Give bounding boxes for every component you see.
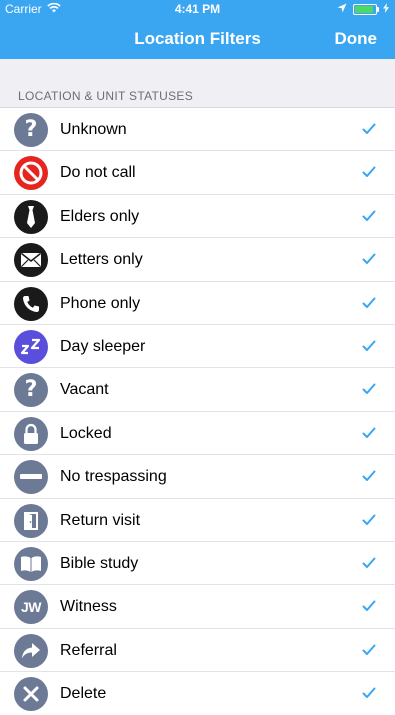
phone-icon (14, 286, 48, 321)
status-list: ? Unknown Do not call Elders only Letter… (0, 108, 395, 715)
x-icon (14, 677, 48, 712)
list-item-letters-only[interactable]: Letters only (0, 238, 395, 282)
checkmark-icon (362, 599, 376, 617)
question-icon: ? (14, 373, 48, 408)
list-item-referral[interactable]: Referral (0, 628, 395, 673)
list-item-label: Day sleeper (60, 337, 146, 355)
status-bar: Carrier 4:41 PM (0, 0, 395, 18)
list-item-label: Letters only (60, 251, 143, 269)
section-title: LOCATION & UNIT STATUSES (18, 89, 194, 103)
checkmark-icon (362, 252, 376, 270)
list-item-locked[interactable]: Locked (0, 411, 395, 456)
location-arrow-icon (337, 2, 347, 16)
list-item-bible-study[interactable]: Bible study (0, 541, 395, 586)
no-entry-icon (14, 156, 48, 191)
book-icon (14, 546, 48, 581)
checkmark-icon (362, 686, 376, 704)
list-item-label: Vacant (60, 381, 109, 399)
list-item-label: Referral (60, 641, 117, 659)
done-button[interactable]: Done (335, 29, 378, 49)
list-item-unknown[interactable]: ? Unknown (0, 108, 395, 152)
list-item-do-not-call[interactable]: Do not call (0, 151, 395, 195)
charging-bolt-icon (383, 2, 389, 16)
envelope-icon (14, 243, 48, 278)
nav-bar: Location Filters Done (0, 18, 395, 59)
battery-icon (353, 3, 379, 15)
list-item-label: Elders only (60, 207, 140, 225)
list-item-no-trespassing[interactable]: No trespassing (0, 455, 395, 499)
checkmark-icon (362, 513, 376, 531)
list-item-label: Delete (60, 685, 107, 703)
necktie-icon (14, 199, 48, 234)
checkmark-icon (362, 296, 376, 314)
list-item-delete[interactable]: Delete (0, 672, 395, 715)
checkmark-icon (362, 122, 376, 140)
list-item-label: Witness (60, 598, 117, 616)
lock-icon (14, 416, 48, 451)
header: Carrier 4:41 PM Location Filters Done (0, 0, 395, 59)
list-item-elders-only[interactable]: Elders only (0, 194, 395, 239)
checkmark-icon (362, 643, 376, 661)
list-item-label: Bible study (60, 554, 139, 572)
section-header: LOCATION & UNIT STATUSES (0, 59, 395, 108)
list-item-return-visit[interactable]: Return visit (0, 498, 395, 542)
checkmark-icon (362, 382, 376, 400)
minus-icon (14, 460, 48, 495)
jw-icon: JW (14, 590, 48, 625)
list-item-vacant[interactable]: ? Vacant (0, 368, 395, 412)
list-item-phone-only[interactable]: Phone only (0, 281, 395, 325)
list-item-label: Unknown (60, 121, 127, 138)
list-item-day-sleeper[interactable]: Day sleeper (0, 324, 395, 369)
list-item-label: Locked (60, 424, 112, 442)
door-icon (14, 503, 48, 538)
checkmark-icon (362, 339, 376, 357)
status-time: 4:41 PM (174, 2, 221, 16)
question-icon: ? (14, 113, 48, 147)
zz-icon (14, 329, 48, 364)
checkmark-icon (362, 556, 376, 574)
list-item-label: Return visit (60, 511, 141, 529)
list-item-label: Do not call (60, 164, 136, 182)
list-item-label: No trespassing (60, 468, 167, 486)
list-item-label: Phone only (60, 294, 141, 312)
share-arrow-icon (14, 633, 48, 668)
checkmark-icon (362, 165, 376, 183)
checkmark-icon (362, 209, 376, 227)
list-item-witness[interactable]: JW Witness (0, 585, 395, 629)
checkmark-icon (362, 469, 376, 487)
checkmark-icon (362, 426, 376, 444)
